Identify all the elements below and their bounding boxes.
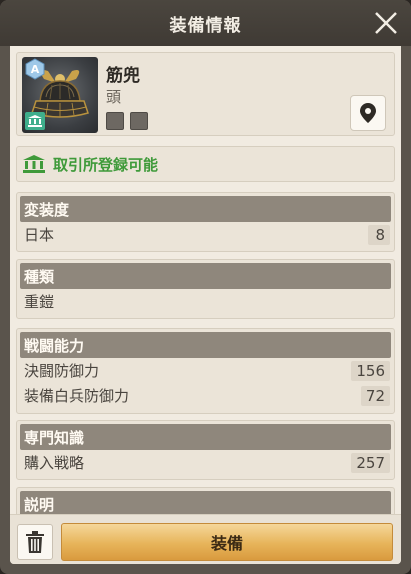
close-button[interactable] bbox=[371, 8, 401, 38]
close-icon bbox=[375, 12, 397, 34]
equipment-info-window: 装備情報 A 筋兜 頭 取引所登録可能 変装度 日本 8 種類 重鎧 戦闘能力 … bbox=[0, 0, 411, 574]
stat-value: 257 bbox=[351, 452, 390, 473]
action-bar: 装備 bbox=[10, 514, 401, 564]
stat-label: 決闘防御力 bbox=[24, 362, 100, 380]
stat-value: 156 bbox=[351, 360, 390, 381]
stat-row: 重鎧 bbox=[17, 289, 394, 314]
window-title: 装備情報 bbox=[169, 15, 242, 36]
socket-slot[interactable] bbox=[130, 112, 148, 130]
stat-label: 日本 bbox=[24, 226, 55, 244]
locate-button[interactable] bbox=[350, 95, 386, 131]
stat-row: 購入戦略 257 bbox=[17, 450, 394, 475]
stat-row: 装備白兵防御力 72 bbox=[17, 383, 394, 408]
item-thumbnail[interactable]: A bbox=[22, 57, 98, 133]
item-card: A 筋兜 頭 bbox=[16, 52, 395, 136]
window-header: 装備情報 bbox=[0, 0, 411, 46]
stat-value: 8 bbox=[368, 224, 390, 245]
bank-icon bbox=[23, 155, 45, 173]
stat-label: 購入戦略 bbox=[24, 454, 85, 472]
item-slot: 頭 bbox=[106, 88, 122, 106]
socket-slot[interactable] bbox=[106, 112, 124, 130]
section-title: 戦闘能力 bbox=[20, 332, 391, 358]
section-combat: 戦闘能力 決闘防御力 156 装備白兵防御力 72 bbox=[16, 328, 395, 414]
section-title: 専門知識 bbox=[20, 424, 391, 450]
stat-row: 日本 8 bbox=[17, 222, 394, 247]
a-tier-badge-icon: A bbox=[25, 58, 45, 80]
equip-button[interactable]: 装備 bbox=[61, 523, 393, 561]
socket-slots bbox=[106, 112, 148, 130]
svg-text:A: A bbox=[31, 63, 40, 76]
bank-icon bbox=[25, 112, 45, 130]
trade-label: 取引所登録可能 bbox=[53, 155, 159, 174]
section-title: 種類 bbox=[20, 263, 391, 289]
section-transform: 変装度 日本 8 bbox=[16, 192, 395, 252]
discard-button[interactable] bbox=[17, 524, 53, 560]
stat-value: 72 bbox=[360, 385, 390, 406]
stat-label: 装備白兵防御力 bbox=[24, 387, 130, 405]
trade-status: 取引所登録可能 bbox=[16, 146, 395, 182]
stat-row: 決闘防御力 156 bbox=[17, 358, 394, 383]
window-body: A 筋兜 頭 取引所登録可能 変装度 日本 8 種類 重鎧 戦闘能力 決闘防御力… bbox=[10, 46, 401, 564]
stat-label: 重鎧 bbox=[24, 293, 55, 311]
section-title: 変装度 bbox=[20, 196, 391, 222]
section-type: 種類 重鎧 bbox=[16, 259, 395, 319]
section-knowledge: 専門知識 購入戦略 257 bbox=[16, 420, 395, 480]
item-name: 筋兜 bbox=[106, 66, 140, 86]
map-pin-icon bbox=[360, 103, 376, 123]
trash-icon bbox=[26, 531, 44, 553]
